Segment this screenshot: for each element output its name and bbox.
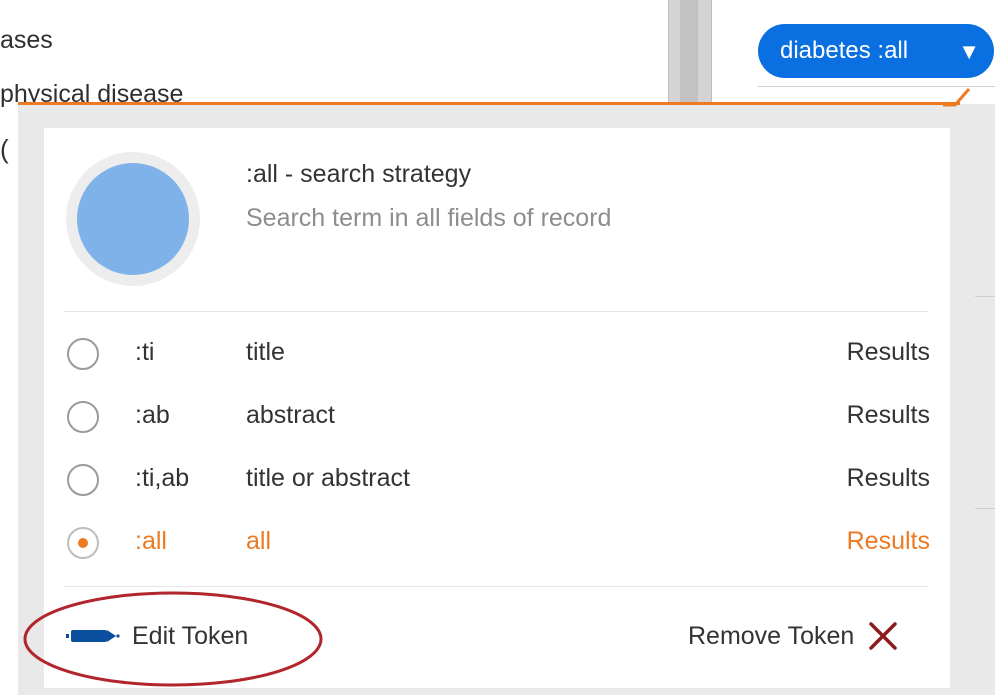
field-option-all[interactable]: :all all Results bbox=[64, 517, 930, 573]
divider bbox=[758, 86, 995, 87]
strategy-description: Search term in all fields of record bbox=[246, 204, 612, 232]
option-code: :ti bbox=[135, 338, 155, 366]
pencil-icon bbox=[66, 630, 120, 642]
radio-button[interactable] bbox=[67, 401, 99, 433]
popover-pointer-icon bbox=[943, 88, 971, 107]
strategy-title: :all - search strategy bbox=[246, 160, 472, 188]
option-results-link[interactable]: Results bbox=[847, 338, 930, 367]
background-text-fragment: ( bbox=[0, 134, 9, 164]
background-text-line: ases bbox=[0, 26, 53, 54]
field-option-ab[interactable]: :ab abstract Results bbox=[64, 391, 930, 447]
chevron-down-icon[interactable]: ▼ bbox=[958, 39, 980, 65]
option-results-link[interactable]: Results bbox=[847, 527, 930, 556]
divider bbox=[975, 296, 995, 297]
divider bbox=[64, 311, 928, 312]
field-option-ti[interactable]: :ti title Results bbox=[64, 328, 930, 384]
option-code: :ab bbox=[135, 401, 170, 429]
search-token-pill[interactable]: diabetes :all ▼ bbox=[758, 24, 994, 78]
field-option-ti-ab[interactable]: :ti,ab title or abstract Results bbox=[64, 454, 930, 510]
token-label: diabetes :all bbox=[780, 37, 909, 64]
option-results-link[interactable]: Results bbox=[847, 401, 930, 430]
divider bbox=[975, 508, 995, 509]
edit-token-button[interactable]: Edit Token bbox=[66, 616, 248, 656]
scrollbar-thumb[interactable] bbox=[680, 0, 698, 110]
option-code: :all bbox=[135, 527, 167, 555]
option-label: title or abstract bbox=[246, 464, 410, 492]
remove-token-label: Remove Token bbox=[688, 621, 855, 650]
close-icon[interactable] bbox=[868, 621, 898, 651]
radio-button[interactable] bbox=[67, 338, 99, 370]
radio-button-selected[interactable] bbox=[67, 527, 99, 559]
option-label: all bbox=[246, 527, 272, 555]
option-label: title bbox=[246, 338, 285, 366]
divider bbox=[64, 586, 928, 587]
popover-accent-border bbox=[18, 102, 960, 105]
background-results-list: ases physical disease bbox=[0, 0, 668, 110]
strategy-avatar bbox=[77, 163, 189, 275]
radio-dot bbox=[78, 538, 88, 548]
option-results-link[interactable]: Results bbox=[847, 464, 930, 493]
radio-button[interactable] bbox=[67, 464, 99, 496]
edit-token-label: Edit Token bbox=[132, 621, 249, 650]
remove-token-button[interactable]: Remove Token bbox=[688, 616, 898, 656]
option-label: abstract bbox=[246, 401, 335, 429]
option-code: :ti,ab bbox=[135, 464, 190, 492]
